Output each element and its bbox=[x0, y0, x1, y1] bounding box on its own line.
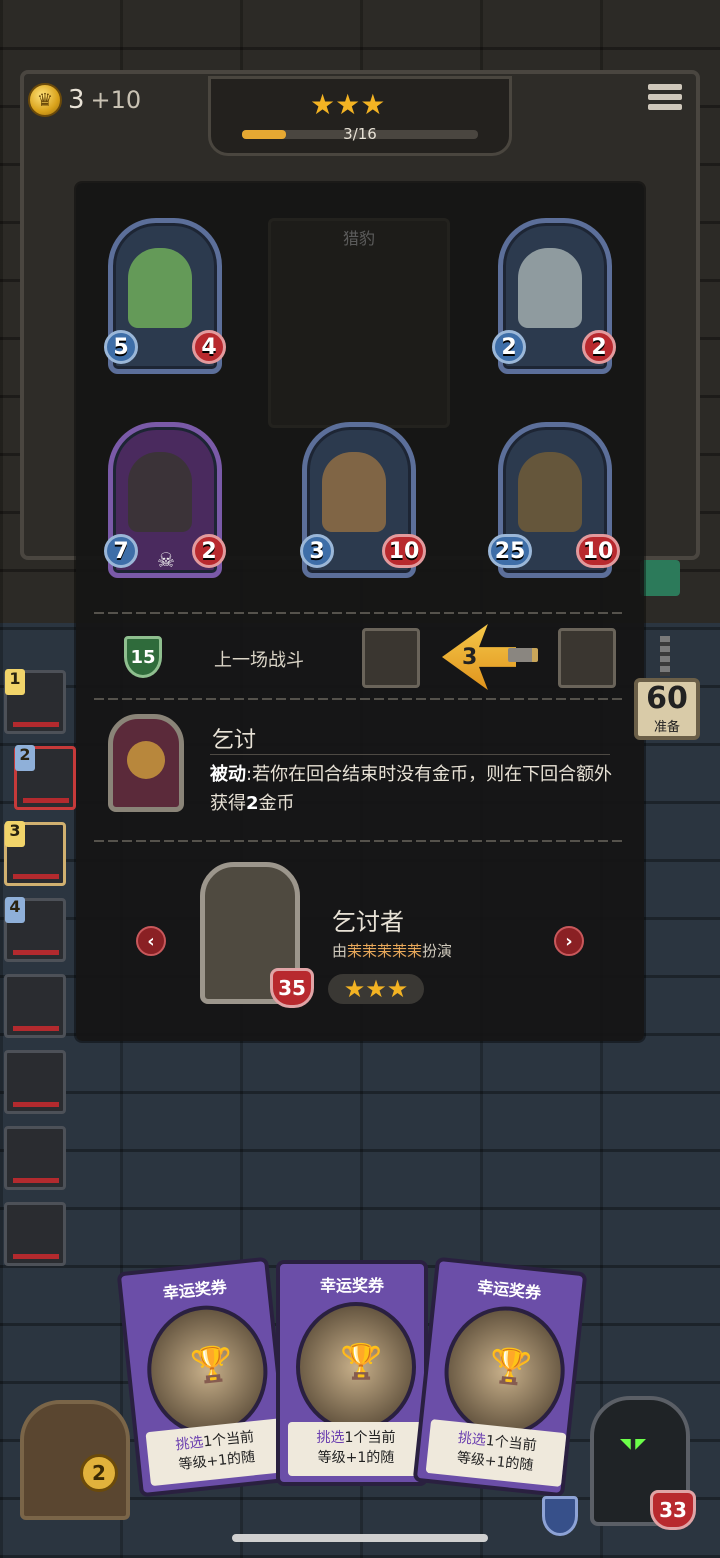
player-slot[interactable] bbox=[4, 1050, 66, 1114]
player-slot[interactable] bbox=[4, 1202, 66, 1266]
keyword: 被动 bbox=[210, 764, 246, 785]
damage-value: 3 bbox=[462, 645, 478, 670]
opponent-hero-mini-portrait bbox=[558, 628, 616, 688]
crown-coin-icon: ♛ bbox=[28, 83, 62, 117]
hero-power-icon[interactable] bbox=[108, 714, 184, 812]
home-indicator[interactable] bbox=[232, 1534, 488, 1542]
minion-card-3[interactable]: 7 2 ☠ bbox=[104, 422, 226, 578]
attack-stat: 25 bbox=[488, 534, 532, 568]
health-stat: 2 bbox=[192, 534, 226, 568]
divider bbox=[94, 840, 626, 842]
minion-card-5[interactable]: 25 10 bbox=[488, 422, 620, 578]
hero-player-line: 由茉茉茉茉茉扮演 bbox=[332, 942, 453, 960]
player-name: 茉茉茉茉茉 bbox=[347, 942, 423, 960]
next-hero-button[interactable]: › bbox=[554, 926, 584, 956]
hero-name: 乞讨者 bbox=[332, 908, 404, 936]
minion-art bbox=[518, 452, 582, 532]
minion-card-1[interactable]: 5 4 bbox=[104, 218, 226, 374]
faded-card-title: 猎豹 bbox=[342, 229, 375, 248]
attack-stat: 3 bbox=[300, 534, 334, 568]
player-slot[interactable]: 1 bbox=[4, 669, 66, 734]
faded-card: 猎豹 bbox=[268, 218, 450, 428]
chain-decoration bbox=[660, 636, 670, 676]
glowing-eyes-icon: ◥ ◤ bbox=[620, 1436, 646, 1452]
attack-stat: 7 bbox=[104, 534, 138, 568]
attack-stat: 2 bbox=[492, 330, 526, 364]
spell-card-2[interactable]: 幸运奖券 挑选1个当前 等级+1的随 bbox=[276, 1260, 428, 1486]
minion-art bbox=[128, 248, 192, 328]
hero-power-description: 被动:若你在回合结束时没有金币，则在下回合额外获得2金币 bbox=[210, 764, 613, 814]
hero-power-title: 乞讨 bbox=[212, 728, 257, 753]
skull-icon: ☠ bbox=[157, 548, 175, 572]
tier-progress-fill bbox=[242, 130, 287, 139]
player-hero-health: 33 bbox=[650, 1490, 696, 1530]
gold-income: +10 bbox=[90, 86, 142, 114]
lock-icon[interactable] bbox=[640, 560, 680, 596]
refresh-cost[interactable]: 2 bbox=[80, 1454, 118, 1492]
sword-icon bbox=[508, 648, 538, 662]
minion-art bbox=[518, 248, 582, 328]
health-stat: 10 bbox=[382, 534, 426, 568]
player-slot[interactable]: 2 bbox=[14, 745, 76, 810]
spell-description: 挑选1个当前 等级+1的随 bbox=[145, 1418, 287, 1487]
own-hero-mini-portrait bbox=[362, 628, 420, 688]
spell-card-1[interactable]: 幸运奖券 挑选1个当前 等级+1的随 bbox=[116, 1256, 292, 1498]
spell-card-3[interactable]: 幸运奖券 挑选1个当前 等级+1的随 bbox=[412, 1256, 588, 1498]
spell-description: 挑选1个当前 等级+1的随 bbox=[288, 1422, 424, 1476]
gold-amount: 3 bbox=[68, 85, 85, 115]
shield-icon: 15 bbox=[124, 636, 162, 678]
divider bbox=[94, 612, 626, 614]
health-stat: 10 bbox=[576, 534, 620, 568]
spell-description: 挑选1个当前 等级+1的随 bbox=[425, 1419, 567, 1487]
menu-icon[interactable] bbox=[648, 84, 682, 118]
tier-stars: ★★★ bbox=[310, 88, 386, 121]
player-slot[interactable]: 4 bbox=[4, 897, 66, 962]
health-stat: 4 bbox=[192, 330, 226, 364]
minion-art bbox=[128, 452, 192, 532]
last-battle-label: 上一场战斗 bbox=[214, 650, 304, 671]
turn-timer: 60 准备 bbox=[634, 678, 700, 740]
trophy-icon bbox=[296, 1302, 416, 1432]
divider bbox=[210, 754, 610, 755]
minion-card-2[interactable]: 2 2 bbox=[492, 218, 616, 374]
gold-display: ♛ 3 +10 bbox=[28, 80, 141, 120]
hero-health: 35 bbox=[270, 968, 314, 1008]
player-slot[interactable]: 3 bbox=[4, 821, 66, 886]
previous-hero-button[interactable]: ‹ bbox=[136, 926, 166, 956]
health-stat: 2 bbox=[582, 330, 616, 364]
hero-stars: ★★★ bbox=[328, 974, 424, 1004]
minion-card-4[interactable]: 3 10 bbox=[300, 422, 426, 578]
armor-shield-icon bbox=[542, 1496, 578, 1536]
attack-stat: 5 bbox=[104, 330, 138, 364]
minion-art bbox=[322, 452, 386, 532]
player-slot[interactable] bbox=[4, 974, 66, 1038]
tier-progress-text: 3/16 bbox=[343, 125, 377, 143]
divider bbox=[94, 698, 626, 700]
player-slot[interactable] bbox=[4, 1126, 66, 1190]
